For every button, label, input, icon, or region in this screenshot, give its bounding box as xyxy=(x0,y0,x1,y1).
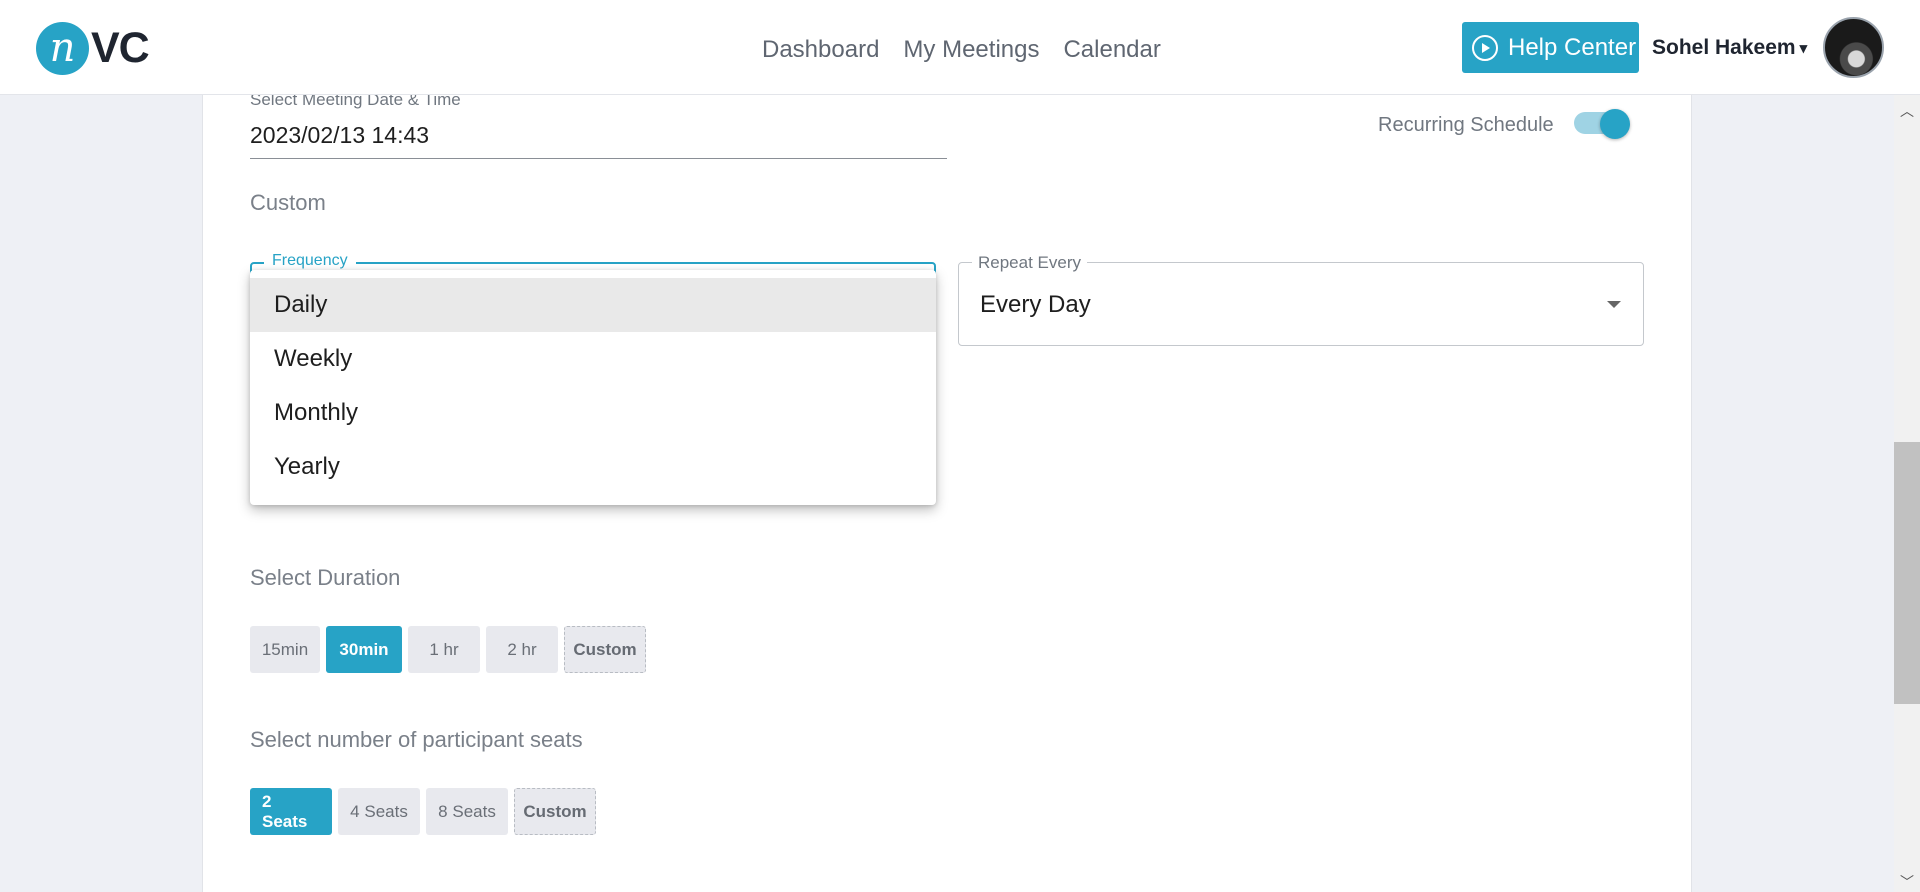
seats-8-button[interactable]: 8 Seats xyxy=(426,788,508,835)
duration-custom-button[interactable]: Custom xyxy=(564,626,646,673)
duration-2hr-button[interactable]: 2 hr xyxy=(486,626,558,673)
help-center-button[interactable]: Help Center xyxy=(1462,22,1639,73)
date-time-underline xyxy=(250,158,947,159)
custom-heading: Custom xyxy=(250,190,326,215)
seats-2-button[interactable]: 2 Seats xyxy=(250,788,332,835)
seats-custom-button[interactable]: Custom xyxy=(514,788,596,835)
logo-mark: n xyxy=(36,21,89,75)
frequency-option-monthly[interactable]: Monthly xyxy=(250,386,936,440)
frequency-option-weekly[interactable]: Weekly xyxy=(250,332,936,386)
play-circle-icon xyxy=(1472,34,1498,61)
main-nav: Dashboard My Meetings Calendar xyxy=(762,36,1161,64)
logo[interactable]: n VC xyxy=(36,20,150,76)
repeat-every-value: Every Day xyxy=(980,291,1091,318)
duration-15min-button[interactable]: 15min xyxy=(250,626,320,673)
dropdown-arrow-icon[interactable] xyxy=(1607,301,1621,308)
seat-options: 2 Seats 4 Seats 8 Seats Custom xyxy=(250,788,596,835)
user-menu[interactable]: Sohel Hakeem ▾ xyxy=(1652,36,1807,60)
user-name: Sohel Hakeem xyxy=(1652,36,1796,59)
seats-4-button[interactable]: 4 Seats xyxy=(338,788,420,835)
frequency-option-yearly[interactable]: Yearly xyxy=(250,440,936,494)
frequency-label: Frequency xyxy=(264,252,356,270)
duration-options: 15min 30min 1 hr 2 hr Custom xyxy=(250,626,646,673)
duration-1hr-button[interactable]: 1 hr xyxy=(408,626,480,673)
top-header: n VC Dashboard My Meetings Calendar Help… xyxy=(0,0,1920,95)
toggle-knob[interactable] xyxy=(1600,109,1630,139)
nav-calendar[interactable]: Calendar xyxy=(1063,36,1160,64)
chevron-down-icon[interactable]: ﹀ xyxy=(1900,872,1914,892)
scrollbar-thumb[interactable] xyxy=(1894,442,1920,704)
logo-text: VC xyxy=(91,23,150,72)
seats-label: Select number of participant seats xyxy=(250,727,583,752)
nav-my-meetings[interactable]: My Meetings xyxy=(903,36,1039,64)
frequency-dropdown-menu: Daily Weekly Monthly Yearly xyxy=(250,270,936,505)
avatar[interactable] xyxy=(1823,17,1884,78)
caret-down-icon: ▾ xyxy=(1799,40,1808,57)
recurring-schedule-label: Recurring Schedule xyxy=(1378,114,1554,136)
duration-label: Select Duration xyxy=(250,565,401,590)
date-time-input[interactable]: 2023/02/13 14:43 xyxy=(250,122,429,149)
help-center-label: Help Center xyxy=(1508,33,1637,61)
frequency-option-daily[interactable]: Daily xyxy=(250,278,936,332)
repeat-every-label: Repeat Every xyxy=(972,253,1087,273)
duration-30min-button[interactable]: 30min xyxy=(326,626,402,673)
nav-dashboard[interactable]: Dashboard xyxy=(762,36,879,64)
chevron-up-icon[interactable]: ︿ xyxy=(1900,101,1914,121)
